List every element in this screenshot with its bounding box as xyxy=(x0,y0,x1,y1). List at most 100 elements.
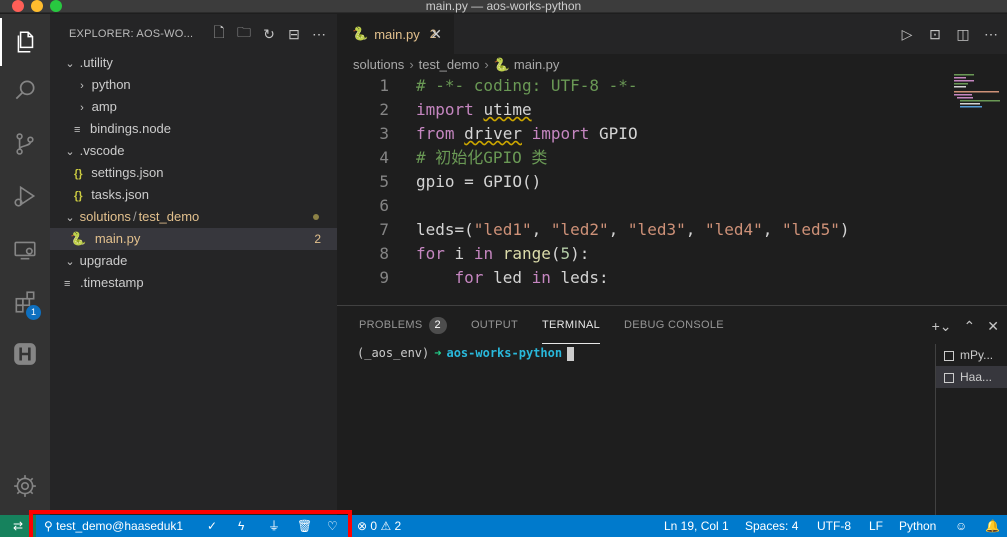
terminal-label: mPy... xyxy=(960,348,994,362)
code-text: for i in range(5): xyxy=(416,244,590,263)
terminal-item[interactable]: mPy... xyxy=(936,344,1007,366)
close-icon[interactable]: ✕ xyxy=(430,26,442,43)
code-text: leds=("led1", "led2", "led3", "led4", "l… xyxy=(416,220,850,239)
run-icon[interactable]: ▷ xyxy=(899,26,915,43)
source-control-icon[interactable] xyxy=(0,120,50,168)
terminal-dir: aos-works-python xyxy=(446,346,563,360)
refresh-icon[interactable]: ↻ xyxy=(261,26,277,42)
problems-status[interactable]: ⊗ 0 ⚠ 2 xyxy=(357,515,401,537)
editor-tabs: 🐍 main.py 2 ✕ ▷ ⊡ ◫ ⋯ xyxy=(337,14,1007,54)
line-number: 3 xyxy=(379,124,389,143)
line-number: 1 xyxy=(379,76,389,95)
line-number: 2 xyxy=(379,100,389,119)
tree-folder-vscode[interactable]: ⌄ .vscode xyxy=(50,140,337,162)
error-count: 0 xyxy=(370,519,378,533)
tree-label: upgrade xyxy=(79,253,128,268)
collapse-all-icon[interactable]: ⊟ xyxy=(286,26,302,42)
tab-terminal[interactable]: TERMINAL xyxy=(541,306,601,344)
tree-label: python xyxy=(91,77,131,92)
chevron-right-icon: › xyxy=(80,80,84,92)
tree-folder-utility[interactable]: ⌄ .utility xyxy=(50,52,337,74)
tree-compact-sep: / xyxy=(132,209,137,224)
extensions-badge: 1 xyxy=(26,305,41,320)
tree-label: .vscode xyxy=(79,143,125,158)
terminal-prompt[interactable]: (_aos_env) ➜ aos-works-python xyxy=(357,346,575,361)
new-folder-icon[interactable]: 🗀 xyxy=(236,24,252,42)
tree-label: main.py xyxy=(94,231,141,246)
window-title: main.py — aos-works-python xyxy=(425,0,582,13)
breadcrumb-item[interactable]: main.py xyxy=(514,57,560,72)
language-mode[interactable]: Python xyxy=(899,515,936,537)
code-text: gpio = GPIO() xyxy=(416,172,542,191)
open-preview-icon[interactable]: ⊡ xyxy=(927,26,943,43)
more-actions-icon[interactable]: ⋯ xyxy=(311,26,327,42)
tree-folder-upgrade[interactable]: ⌄ upgrade xyxy=(50,250,337,272)
error-icon: ⊗ xyxy=(357,519,368,533)
tree-file-bindings[interactable]: ≡ bindings.node xyxy=(50,118,337,140)
explorer-actions: 🗋 🗀 ↻ ⊟ ⋯ xyxy=(211,24,327,42)
tab-label: main.py xyxy=(374,26,420,42)
line-number: 6 xyxy=(379,196,389,215)
encoding[interactable]: UTF-8 xyxy=(817,515,851,537)
bottom-margin xyxy=(0,537,1007,546)
terminal-list: mPy... Haa... xyxy=(935,344,1007,516)
terminal-item[interactable]: Haa... xyxy=(936,366,1007,388)
close-icon[interactable]: ✕ xyxy=(987,318,999,335)
tree-file-main-py[interactable]: 🐍 main.py 2 xyxy=(50,228,337,250)
terminal-icon xyxy=(944,372,954,383)
add-terminal-icon[interactable]: +⌄ xyxy=(932,318,952,335)
tree-folder-solutions[interactable]: ⌄ solutions / test_demo xyxy=(50,206,337,228)
tab-debug-console[interactable]: DEBUG CONSOLE xyxy=(624,306,724,344)
tab-output[interactable]: OUTPUT xyxy=(471,306,518,344)
more-actions-icon[interactable]: ⋯ xyxy=(983,26,999,43)
chevron-down-icon: ⌄ xyxy=(65,146,75,158)
explorer-icon[interactable] xyxy=(0,18,50,66)
json-braces-icon: {} xyxy=(74,168,83,180)
chevron-up-icon[interactable]: ⌃ xyxy=(964,318,976,335)
split-editor-icon[interactable]: ◫ xyxy=(955,26,971,43)
end-of-line[interactable]: LF xyxy=(869,515,883,537)
minimap[interactable] xyxy=(946,72,1001,305)
remote-explorer-icon[interactable] xyxy=(0,226,50,274)
notifications-bell-icon[interactable]: 🔔 xyxy=(985,515,1000,537)
new-file-icon[interactable]: 🗋 xyxy=(211,24,227,42)
tree-label: .timestamp xyxy=(80,275,144,290)
search-icon[interactable] xyxy=(0,66,50,114)
modified-dot-icon xyxy=(313,214,319,220)
tree-file-timestamp[interactable]: ≡ .timestamp xyxy=(50,272,337,294)
chevron-right-icon: › xyxy=(484,57,489,72)
tree-label: tasks.json xyxy=(91,187,149,202)
breadcrumb: solutions › test_demo › 🐍 main.py xyxy=(337,54,1007,76)
tab-main-py[interactable]: 🐍 main.py 2 ✕ xyxy=(337,14,454,54)
file-lines-icon: ≡ xyxy=(64,278,71,290)
feedback-icon[interactable]: ☺ xyxy=(955,515,967,537)
tab-problems[interactable]: PROBLEMS 2 xyxy=(359,306,447,344)
python-file-icon: 🐍 xyxy=(70,231,87,246)
run-debug-icon[interactable] xyxy=(0,172,50,220)
manage-gear-icon[interactable] xyxy=(0,462,50,510)
tree-label: settings.json xyxy=(91,165,164,180)
chevron-down-icon: ⌄ xyxy=(65,256,75,268)
line-number: 7 xyxy=(379,220,389,239)
tree-file-tasks-json[interactable]: {} tasks.json xyxy=(50,184,337,206)
panel-actions: +⌄ ⌃ ✕ xyxy=(932,318,999,335)
editor-actions: ▷ ⊡ ◫ ⋯ xyxy=(899,26,999,43)
chevron-right-icon: › xyxy=(409,57,414,72)
tree-folder-python[interactable]: › python xyxy=(50,74,337,96)
chevron-down-icon: ⌄ xyxy=(65,212,75,224)
breadcrumb-item[interactable]: solutions xyxy=(353,57,404,72)
cursor-position[interactable]: Ln 19, Col 1 xyxy=(664,515,729,537)
terminal-icon xyxy=(944,350,954,361)
tree-folder-amp[interactable]: › amp xyxy=(50,96,337,118)
code-text: # 初始化GPIO 类 xyxy=(416,148,548,167)
code-text: import utime xyxy=(416,100,532,119)
breadcrumb-item[interactable]: test_demo xyxy=(419,57,480,72)
indentation[interactable]: Spaces: 4 xyxy=(745,515,798,537)
terminal-cursor xyxy=(567,346,575,361)
tree-file-settings-json[interactable]: {} settings.json xyxy=(50,162,337,184)
python-file-icon: 🐍 xyxy=(352,26,369,41)
extensions-icon[interactable]: 1 xyxy=(0,278,50,326)
tab-label: OUTPUT xyxy=(470,319,518,331)
panel-tabs: PROBLEMS 2 OUTPUT TERMINAL DEBUG CONSOLE xyxy=(359,306,724,344)
haas-icon[interactable] xyxy=(0,330,50,378)
